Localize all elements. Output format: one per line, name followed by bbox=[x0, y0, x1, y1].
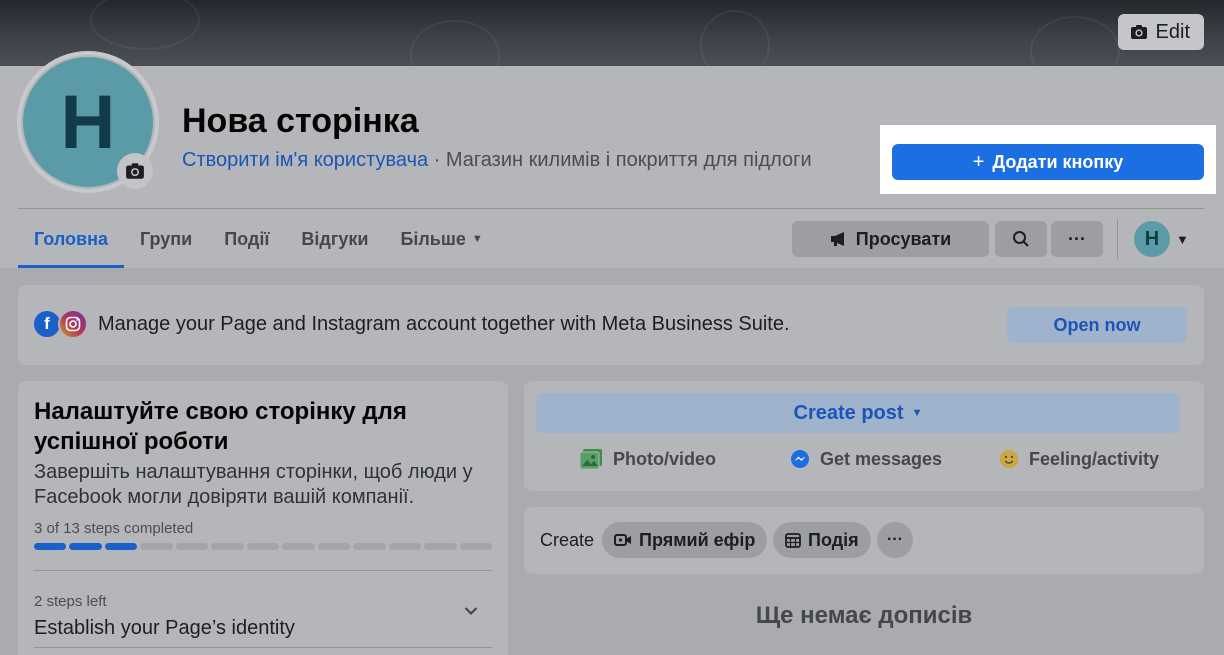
cover-doodle bbox=[1030, 16, 1120, 66]
tab-label: Події bbox=[224, 228, 270, 249]
progress-segment-done bbox=[104, 543, 138, 550]
setup-title: Налаштуйте свою сторінку для успішної ро… bbox=[34, 398, 407, 455]
progress-segment bbox=[211, 543, 244, 550]
setup-description: Завершіть налаштування сторінки, щоб люд… bbox=[34, 461, 473, 508]
progress-segment bbox=[175, 543, 209, 550]
progress-segment-done bbox=[69, 543, 102, 550]
tab-groups[interactable]: Групи bbox=[124, 210, 208, 268]
photo-video-label: Photo/video bbox=[613, 448, 716, 469]
caret-down-icon: ▼ bbox=[471, 233, 483, 245]
update-avatar-button[interactable] bbox=[117, 153, 153, 189]
get-messages-button[interactable]: Get messages bbox=[790, 446, 942, 472]
photo-icon bbox=[579, 449, 602, 470]
tab-label: Групи bbox=[140, 228, 193, 249]
page-title: Нова сторінка bbox=[182, 102, 419, 140]
actions-separator bbox=[1117, 219, 1118, 259]
steps-progress-bar bbox=[34, 543, 493, 550]
setup-card: Налаштуйте свою сторінку для успішної ро… bbox=[18, 381, 508, 655]
camera-icon bbox=[1130, 25, 1147, 39]
search-button[interactable] bbox=[995, 221, 1047, 257]
tab-label: Головна bbox=[34, 228, 108, 249]
edit-cover-label: Edit bbox=[1155, 20, 1190, 43]
header-divider bbox=[18, 208, 1204, 209]
calendar-icon bbox=[785, 533, 801, 548]
switch-profile-avatar[interactable]: H bbox=[1134, 221, 1170, 257]
tab-label: Більше bbox=[400, 228, 466, 249]
feeling-activity-label: Feeling/activity bbox=[1029, 448, 1160, 469]
add-button-label: Додати кнопку bbox=[992, 151, 1124, 172]
progress-segment-done bbox=[34, 543, 67, 550]
tab-home[interactable]: Головна bbox=[18, 210, 124, 268]
messenger-icon bbox=[791, 450, 809, 468]
setup-divider bbox=[34, 570, 492, 571]
subline-separator: · bbox=[428, 149, 446, 171]
instagram-icon bbox=[58, 309, 88, 339]
live-video-label: Прямий ефір bbox=[639, 529, 756, 550]
progress-segment bbox=[282, 543, 315, 550]
megaphone-icon bbox=[830, 232, 844, 246]
cover-doodle bbox=[410, 20, 500, 66]
ellipsis-icon: ··· bbox=[1068, 228, 1086, 249]
progress-segment bbox=[246, 543, 280, 550]
business-suite-banner: f Manage your Page and Instagram account… bbox=[18, 285, 1204, 365]
banner-text: Manage your Page and Instagram account t… bbox=[98, 313, 790, 335]
video-camera-icon bbox=[614, 534, 631, 546]
smiley-icon bbox=[1000, 450, 1018, 468]
promote-label: Просувати bbox=[855, 228, 952, 249]
cover-photo: Edit bbox=[0, 0, 1224, 66]
create-event-button[interactable]: Подія bbox=[773, 522, 871, 558]
progress-segment bbox=[353, 543, 386, 550]
cover-doodle bbox=[700, 10, 770, 66]
cover-doodle bbox=[90, 0, 200, 50]
open-now-button[interactable]: Open now bbox=[1007, 307, 1187, 343]
caret-down-icon[interactable]: ▼ bbox=[1176, 232, 1189, 247]
tab-label: Відгуки bbox=[301, 228, 369, 249]
more-create-options-button[interactable]: ··· bbox=[877, 522, 913, 558]
progress-segment bbox=[424, 543, 457, 550]
create-username-link[interactable]: Створити ім'я користувача bbox=[182, 149, 428, 171]
create-post-label: Create post bbox=[793, 401, 904, 424]
feeling-activity-button[interactable]: Feeling/activity bbox=[999, 446, 1159, 472]
more-options-button[interactable]: ··· bbox=[1051, 221, 1103, 257]
steps-progress-label: 3 of 13 steps completed bbox=[34, 520, 194, 537]
page-tabs: Головна Групи Події Відгуки Більше ▼ bbox=[18, 210, 499, 268]
create-event-label: Подія bbox=[808, 529, 859, 550]
tab-more[interactable]: Більше ▼ bbox=[384, 210, 498, 268]
identity-section-title[interactable]: Establish your Page’s identity bbox=[34, 617, 295, 640]
tab-reviews[interactable]: Відгуки bbox=[285, 210, 384, 268]
add-button[interactable]: + Додати кнопку bbox=[892, 144, 1204, 180]
create-label: Create bbox=[540, 530, 595, 550]
progress-segment bbox=[388, 543, 422, 550]
photo-video-button[interactable]: Photo/video bbox=[579, 446, 716, 472]
camera-icon bbox=[126, 163, 144, 179]
page-category: Магазин килимів і покриття для підлоги bbox=[445, 149, 812, 171]
progress-segment bbox=[317, 543, 351, 550]
promote-button[interactable]: Просувати bbox=[792, 221, 989, 257]
ellipsis-icon: ··· bbox=[887, 531, 903, 548]
add-button-highlight: + Додати кнопку bbox=[880, 125, 1216, 194]
progress-segment bbox=[459, 543, 493, 550]
caret-down-icon: ▼ bbox=[911, 407, 923, 419]
plus-icon: + bbox=[972, 150, 985, 173]
create-bar: Create Прямий ефір Подія ··· bbox=[524, 507, 1204, 574]
banner-icons: f bbox=[32, 309, 92, 341]
post-composer: Create post ▼ Photo/video Get messages F… bbox=[524, 381, 1204, 491]
page-subline: Створити ім'я користувача · Магазин кили… bbox=[182, 149, 812, 172]
get-messages-label: Get messages bbox=[820, 448, 943, 469]
progress-segment bbox=[140, 543, 173, 550]
steps-left-label: 2 steps left bbox=[34, 593, 107, 610]
create-post-button[interactable]: Create post ▼ bbox=[536, 393, 1180, 433]
chevron-down-icon[interactable] bbox=[464, 603, 478, 621]
edit-cover-button[interactable]: Edit bbox=[1117, 14, 1204, 50]
empty-feed-text: Ще немає дописів bbox=[755, 602, 973, 629]
tab-events[interactable]: Події bbox=[208, 210, 285, 268]
search-icon bbox=[1013, 231, 1029, 247]
live-video-button[interactable]: Прямий ефір bbox=[602, 522, 768, 558]
setup-divider bbox=[34, 647, 492, 648]
